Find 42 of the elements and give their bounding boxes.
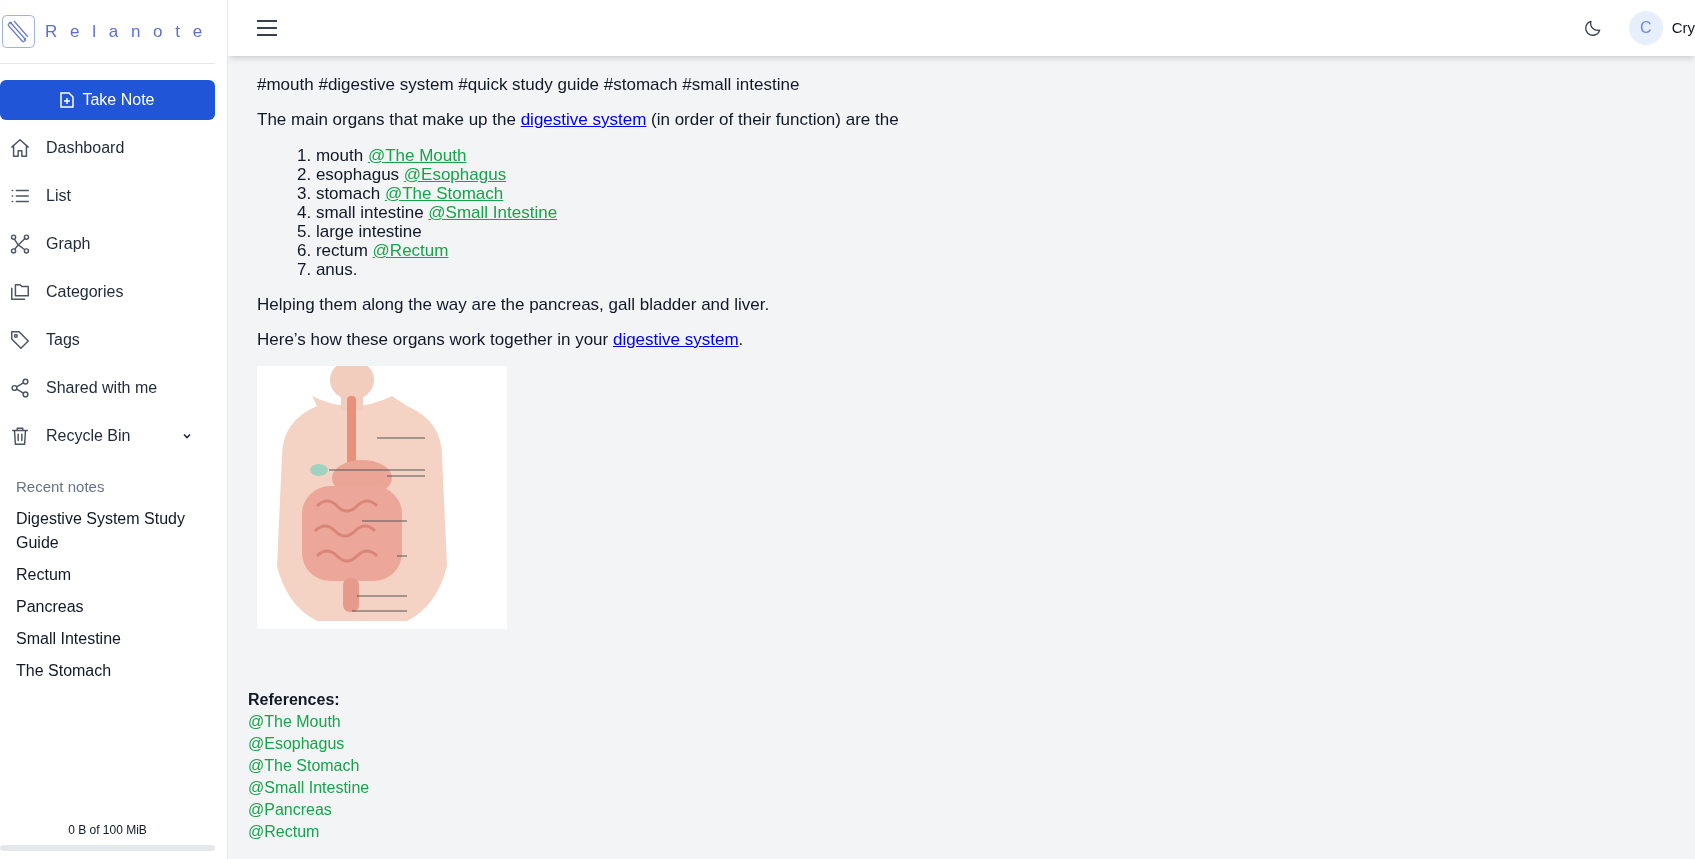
user-name: Cry bbox=[1671, 17, 1695, 38]
section-title: Recent notes bbox=[15, 477, 106, 497]
note-plus-icon bbox=[60, 92, 75, 108]
moon-icon bbox=[1582, 18, 1603, 38]
recent-note-link[interactable]: The Stomach bbox=[16, 654, 199, 687]
graph-icon bbox=[9, 233, 31, 255]
nav-item[interactable]: Shared with me bbox=[0, 364, 215, 412]
recent-note-link[interactable]: Digestive System Study Guide bbox=[16, 502, 199, 559]
share-icon bbox=[9, 377, 31, 399]
paragraph: #mouth #digestive system #quick study guide #stomach #small intestine bbox=[257, 74, 801, 96]
paragraph: Here’s how these organs work together in your digestive system. bbox=[257, 329, 745, 351]
tag-icon bbox=[9, 329, 31, 351]
recent-note-link[interactable]: Pancreas bbox=[16, 590, 199, 623]
storage-usage-text: 0 B of 100 MiB bbox=[68, 822, 147, 839]
nav-item[interactable]: List bbox=[0, 172, 215, 220]
trash-icon bbox=[9, 425, 31, 447]
paragraph: Helping them along the way are the pancreas, gall bladder and liver. bbox=[257, 294, 771, 316]
nav-item[interactable]: Dashboard bbox=[0, 124, 215, 172]
take-note-button[interactable]: Take Note bbox=[0, 80, 215, 120]
menu-button[interactable] bbox=[254, 17, 280, 39]
folders-icon bbox=[9, 281, 31, 303]
theme-toggle-button[interactable] bbox=[1582, 18, 1603, 38]
house-icon bbox=[9, 137, 31, 159]
nav-item[interactable]: Categories bbox=[0, 268, 215, 316]
link[interactable]: digestive system bbox=[520, 110, 647, 129]
link[interactable]: digestive system bbox=[612, 330, 739, 349]
list-item: 3. stomach @The Stomach bbox=[297, 184, 505, 203]
nav-item[interactable]: Recycle Bin bbox=[0, 412, 215, 460]
list-item: 2. esophagus @Esophagus bbox=[297, 165, 508, 184]
nav-item[interactable]: Graph bbox=[0, 220, 215, 268]
brand-name: Relanote bbox=[44, 20, 215, 43]
recent-note-link[interactable]: Rectum bbox=[16, 558, 199, 591]
nav-item[interactable]: Tags bbox=[0, 316, 215, 364]
references-title: References: bbox=[248, 690, 341, 710]
list-item: 6. rectum @Rectum bbox=[297, 241, 450, 260]
list-item: 4. small intestine @Small Intestine bbox=[297, 203, 559, 222]
paragraph: The main organs that make up the digestive system (in order of their function) are the bbox=[257, 109, 900, 131]
list-item: 5. large intestine bbox=[297, 222, 423, 241]
list-item: 7. anus. bbox=[297, 260, 359, 279]
recent-note-link[interactable]: Small Intestine bbox=[16, 622, 199, 655]
list-item: 1. mouth @The Mouth bbox=[297, 146, 468, 165]
menu-icon bbox=[256, 19, 278, 37]
